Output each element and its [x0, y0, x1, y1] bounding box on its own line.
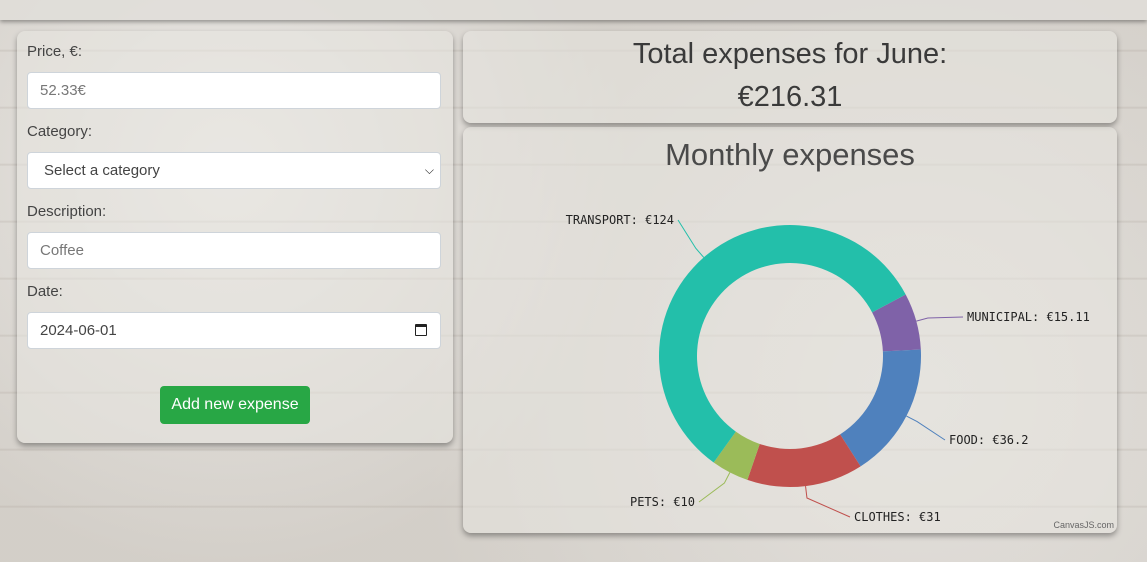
total-title: Total expenses for June:: [632, 38, 948, 70]
data-label-pets: PETS: €10: [630, 495, 695, 509]
date-label: Date:: [27, 283, 63, 300]
description-label: Description:: [27, 203, 107, 220]
category-select[interactable]: Select a category ⌵: [27, 152, 441, 189]
top-bar: [0, 0, 1147, 20]
total-amount: €216.31: [737, 81, 843, 113]
price-input[interactable]: 52.33€: [27, 72, 441, 109]
leader-line-pets: [698, 472, 731, 503]
data-label-clothes: CLOTHES: €31: [854, 510, 941, 524]
chart-card: Monthly expenses MUNICIPAL: €15.11 FOOD: …: [463, 127, 1117, 533]
category-select-value: Select a category: [44, 162, 160, 179]
category-label: Category:: [27, 123, 93, 140]
add-expense-button[interactable]: Add new expense: [160, 386, 310, 424]
chevron-down-icon: ⌵: [424, 163, 434, 177]
chart-credit[interactable]: CanvasJS.com: [1053, 520, 1114, 530]
leader-line-food: [906, 415, 946, 441]
data-label-municipal: MUNICIPAL: €15.11: [967, 310, 1090, 324]
leader-line-transport: [677, 219, 705, 258]
leader-line-municipal: [916, 316, 964, 322]
data-label-food: FOOD: €36.2: [949, 433, 1028, 447]
doughnut-chart: MUNICIPAL: €15.11 FOOD: €36.2 CLOTHES: €31…: [566, 213, 1090, 524]
date-input[interactable]: 2024-06-01: [27, 312, 441, 349]
date-value: 2024-06-01: [40, 322, 117, 339]
total-card: Total expenses for June: €216.31: [463, 31, 1117, 123]
data-label-transport: TRANSPORT: €124: [566, 213, 674, 227]
slice-food[interactable]: [840, 349, 921, 467]
leader-line-clothes: [805, 486, 851, 518]
description-input[interactable]: Coffee: [27, 232, 441, 269]
price-label: Price, €:: [27, 43, 83, 60]
expense-form: Price, €: 52.33€ Category: Select a cate…: [17, 31, 453, 443]
slice-clothes[interactable]: [747, 434, 861, 488]
calendar-icon[interactable]: [415, 324, 427, 336]
